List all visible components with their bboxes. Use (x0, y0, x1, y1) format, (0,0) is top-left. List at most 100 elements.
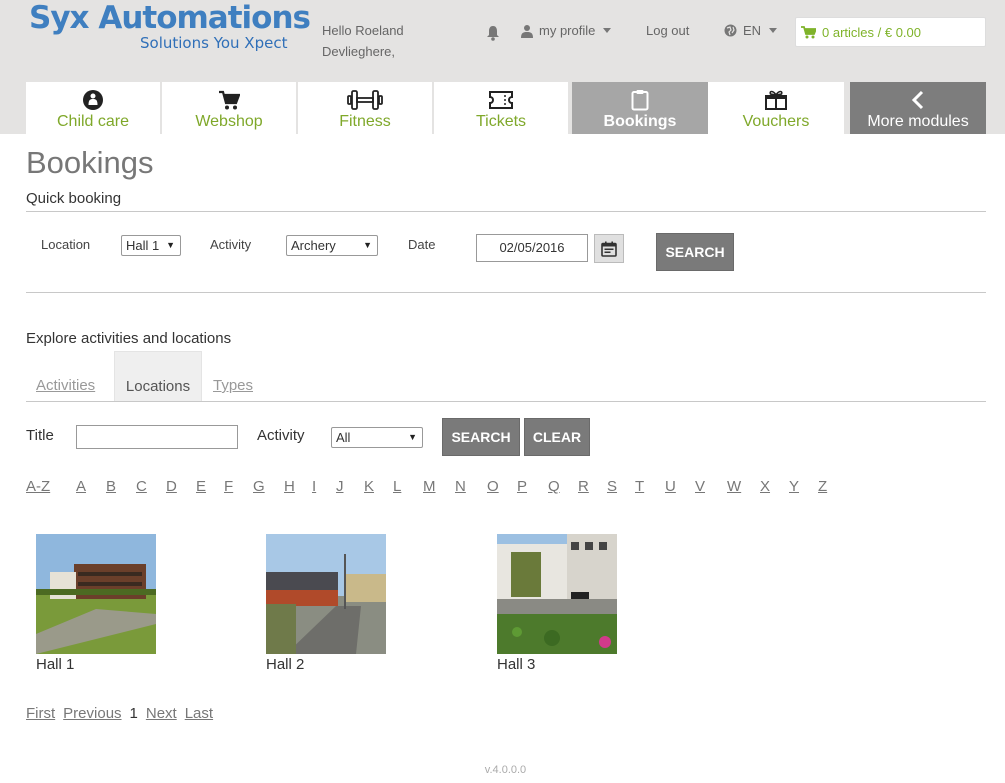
activity-select[interactable]: Archery ▼ (286, 235, 378, 256)
greeting-line1: Hello Roeland (322, 23, 404, 38)
tab-webshop[interactable]: Webshop (162, 82, 296, 134)
letter-link[interactable]: E (196, 478, 224, 495)
letter-link[interactable]: C (136, 478, 166, 495)
tab-label: Fitness (339, 113, 391, 130)
divider (26, 292, 986, 293)
tab-label: Tickets (475, 113, 527, 130)
greeting: Hello Roeland Devlieghere, (322, 20, 404, 62)
letter-link[interactable]: R (578, 478, 607, 495)
letter-link[interactable]: D (166, 478, 196, 495)
language-label: EN (743, 23, 762, 38)
chevron-left-icon (911, 90, 924, 110)
tab-more-modules[interactable]: More modules (850, 82, 986, 134)
logout-link[interactable]: Log out (646, 23, 689, 38)
language-selector[interactable]: EN (724, 23, 778, 38)
letter-link[interactable]: L (393, 478, 423, 495)
cart-icon (219, 90, 240, 110)
calendar-button[interactable] (594, 234, 624, 263)
activity-label: Activity (210, 237, 252, 252)
filter-search-button[interactable]: SEARCH (442, 418, 520, 456)
user-icon (521, 24, 533, 38)
letter-link[interactable]: P (517, 478, 548, 495)
cart-summary[interactable]: 0 articles / € 0.00 (795, 17, 986, 47)
tab-label: Bookings (603, 113, 677, 130)
quick-booking-title: Quick booking (26, 190, 122, 207)
ticket-icon (489, 91, 513, 109)
location-name[interactable]: Hall 2 (266, 656, 386, 673)
date-label: Date (408, 237, 436, 252)
letter-link[interactable]: J (336, 478, 364, 495)
hall-1-photo[interactable] (36, 534, 156, 654)
tab-activities[interactable]: Activities (26, 351, 114, 401)
my-profile-label: my profile (539, 23, 596, 38)
tab-vouchers[interactable]: Vouchers (708, 82, 844, 134)
letter-link[interactable]: V (695, 478, 727, 495)
globe-icon (724, 24, 737, 37)
letter-link[interactable]: G (253, 478, 284, 495)
activity-value: Archery (291, 238, 336, 253)
location-card-hall-2[interactable]: Hall 2 (266, 534, 386, 673)
greeting-line2: Devlieghere, (322, 44, 395, 59)
letter-link[interactable]: M (423, 478, 455, 495)
activity-filter-select[interactable]: All ▼ (331, 427, 423, 448)
pagination-last[interactable]: Last (185, 705, 213, 722)
tab-child-care[interactable]: Child care (26, 82, 160, 134)
hall-2-photo[interactable] (266, 534, 386, 654)
cart-label: 0 articles / € 0.00 (822, 24, 921, 40)
letter-link[interactable]: S (607, 478, 635, 495)
tab-label: Webshop (195, 113, 263, 130)
quick-search-button[interactable]: SEARCH (656, 233, 734, 271)
gift-icon (765, 90, 787, 110)
location-card-hall-3[interactable]: Hall 3 (497, 534, 617, 673)
letter-link[interactable]: W (727, 478, 760, 495)
letter-link[interactable]: X (760, 478, 789, 495)
dumbbell-icon (347, 90, 383, 110)
title-filter-label: Title (26, 427, 54, 444)
title-filter-input[interactable] (76, 425, 238, 449)
chevron-down-icon (603, 28, 612, 33)
letter-link[interactable]: O (487, 478, 517, 495)
pagination-previous[interactable]: Previous (63, 705, 121, 722)
page-title: Bookings (26, 145, 154, 180)
location-card-hall-1[interactable]: Hall 1 (36, 534, 156, 673)
pagination-next[interactable]: Next (146, 705, 177, 722)
my-profile-menu[interactable]: my profile (521, 23, 612, 38)
location-name[interactable]: Hall 1 (36, 656, 156, 673)
letter-link[interactable]: T (635, 478, 665, 495)
tab-fitness[interactable]: Fitness (298, 82, 432, 134)
letter-link[interactable]: I (312, 478, 336, 495)
tab-locations[interactable]: Locations (114, 351, 202, 401)
letter-link[interactable]: Z (818, 478, 838, 495)
letter-link[interactable]: N (455, 478, 487, 495)
date-input[interactable]: 02/05/2016 (476, 234, 588, 262)
activity-filter-value: All (336, 430, 351, 445)
location-select[interactable]: Hall 1 ▼ (121, 235, 181, 256)
location-name[interactable]: Hall 3 (497, 656, 617, 673)
location-label: Location (41, 237, 91, 252)
pagination: First Previous 1 Next Last (26, 705, 213, 722)
hall-3-photo[interactable] (497, 534, 617, 654)
bell-icon[interactable] (486, 25, 500, 46)
explore-title: Explore activities and locations (26, 330, 232, 347)
pagination-first[interactable]: First (26, 705, 55, 722)
child-care-icon (83, 90, 103, 110)
letter-link[interactable]: Y (789, 478, 818, 495)
letter-link[interactable]: Q (548, 478, 578, 495)
filter-clear-button[interactable]: CLEAR (524, 418, 590, 456)
tab-tickets[interactable]: Tickets (434, 82, 568, 134)
location-value: Hall 1 (126, 238, 160, 253)
letter-link[interactable]: H (284, 478, 312, 495)
clipboard-icon (631, 90, 649, 111)
brand-title[interactable]: Syx Automations (29, 0, 311, 36)
version-label: v.4.0.0.0 (484, 764, 527, 776)
letter-link[interactable]: K (364, 478, 393, 495)
activity-filter-label: Activity (257, 427, 305, 444)
letter-link[interactable]: U (665, 478, 695, 495)
tab-types[interactable]: Types (202, 351, 264, 401)
alphabet-filter: A-Z A B C D E F G H I J K L M N O P Q R … (26, 478, 838, 495)
tab-bookings[interactable]: Bookings (572, 82, 708, 134)
letter-link[interactable]: A-Z (26, 478, 76, 495)
letter-link[interactable]: B (106, 478, 136, 495)
letter-link[interactable]: A (76, 478, 106, 495)
letter-link[interactable]: F (224, 478, 253, 495)
